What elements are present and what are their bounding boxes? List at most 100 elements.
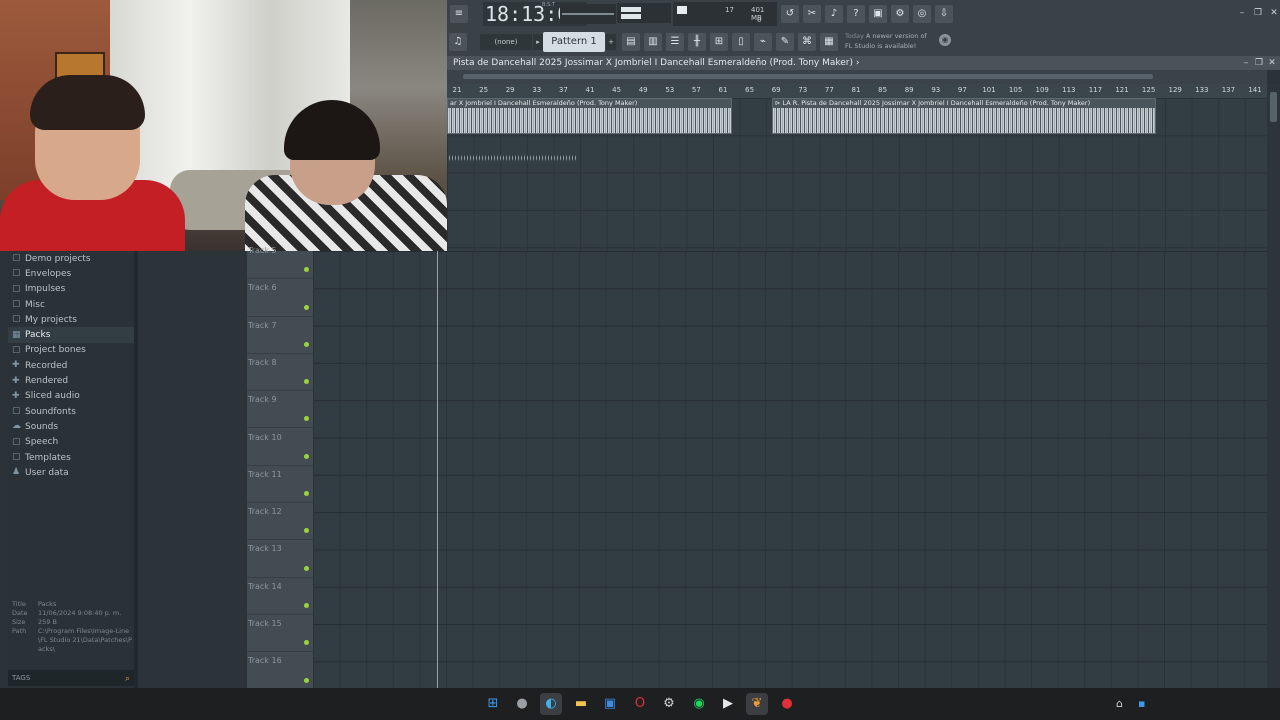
cut-icon[interactable]: ✂ xyxy=(803,5,821,23)
audio-clip[interactable]: ar X Jombriel I Dancehall Esmeraldeño (P… xyxy=(447,98,732,134)
playlist-minimize-icon[interactable]: – xyxy=(1241,58,1251,68)
browser-item[interactable]: ▢ Project bones xyxy=(8,343,134,358)
track-header[interactable]: Track 11 xyxy=(247,466,313,504)
track-enable-led[interactable] xyxy=(304,491,309,497)
browser-item[interactable]: ☁ Sounds xyxy=(8,419,134,434)
track-enable-led[interactable] xyxy=(304,304,309,310)
track-header[interactable]: Track 13 xyxy=(247,540,313,578)
audio-clip[interactable]: ⊳ LA R. Pista de Dancehall 2025 Jossimar… xyxy=(772,98,1156,134)
file-explorer-icon[interactable]: ▬ xyxy=(570,693,592,715)
track-enable-led[interactable] xyxy=(304,602,309,608)
track-enable-led[interactable] xyxy=(304,528,309,534)
help-icon[interactable]: ? xyxy=(847,5,865,23)
track-header[interactable]: Track 14 xyxy=(247,578,313,615)
track-enable-led[interactable] xyxy=(304,640,309,646)
settings-taskbar-icon[interactable]: ⚙ xyxy=(658,693,680,715)
ghost-waveform[interactable] xyxy=(449,150,577,166)
edge-icon[interactable]: ◐ xyxy=(540,693,562,715)
playhead[interactable] xyxy=(437,251,438,688)
clipboard-icon[interactable]: ▯ xyxy=(732,33,750,51)
recording-app-icon[interactable]: ● xyxy=(776,693,798,715)
browser-item[interactable]: ▢ Demo projects xyxy=(8,251,134,266)
browser-item[interactable]: ✚ Sliced audio xyxy=(8,389,134,404)
playlist-overview-strip[interactable] xyxy=(447,70,1267,84)
undo-icon[interactable]: ↺ xyxy=(781,5,799,23)
tags-bar[interactable]: TAGS ⌕ xyxy=(8,670,134,686)
browser-item[interactable]: ▢ Soundfonts xyxy=(8,404,134,419)
track-enable-led[interactable] xyxy=(304,416,309,422)
playlist-icon[interactable]: ▤ xyxy=(622,33,640,51)
chat-icon[interactable]: ◎ xyxy=(913,5,931,23)
tools-icon[interactable]: ✎ xyxy=(776,33,794,51)
media-player-icon[interactable]: ▶ xyxy=(717,693,739,715)
shop-icon[interactable]: ▦ xyxy=(820,33,838,51)
browser-item[interactable]: ✚ Recorded xyxy=(8,358,134,373)
horizontal-scroll-thumb[interactable] xyxy=(463,74,1153,79)
pattern-next-button[interactable]: + xyxy=(606,34,616,50)
track-enable-led[interactable] xyxy=(304,267,309,273)
close-icon[interactable]: ✕ xyxy=(1269,8,1279,18)
spotify-icon[interactable]: ◉ xyxy=(688,693,710,715)
track-enable-led[interactable] xyxy=(304,565,309,571)
track-label: Track 12 xyxy=(248,507,282,517)
minimize-icon[interactable]: – xyxy=(1237,8,1247,18)
vertical-scrollbar[interactable] xyxy=(1267,84,1280,688)
playlist-grid-lower[interactable] xyxy=(313,251,1267,688)
pattern-none-selector[interactable]: (none) xyxy=(480,34,532,50)
start-icon[interactable]: ⊞ xyxy=(482,693,504,715)
browser-item[interactable]: ♟ User data xyxy=(8,465,134,480)
menu-icon[interactable]: ≡ xyxy=(450,5,468,23)
piano-roll-icon[interactable]: ▥ xyxy=(644,33,662,51)
news-panel[interactable]: Today A newer version of FL Studio is av… xyxy=(845,31,935,53)
restore-icon[interactable]: ❐ xyxy=(1253,8,1263,18)
playlist-maximize-icon[interactable]: ❐ xyxy=(1254,58,1264,68)
network-icon[interactable]: ⌂ xyxy=(1116,697,1123,710)
vertical-scroll-thumb[interactable] xyxy=(1270,92,1277,122)
link-icon[interactable]: ⌘ xyxy=(798,33,816,51)
track-enable-led[interactable] xyxy=(304,677,309,683)
track-header[interactable]: Track 5 xyxy=(247,242,313,280)
track-enable-led[interactable] xyxy=(304,379,309,385)
track-header[interactable]: Track 16 xyxy=(247,652,313,690)
browser-icon[interactable]: ⊞ xyxy=(710,33,728,51)
pattern-selector[interactable]: Pattern 1 xyxy=(543,32,605,52)
track-enable-led[interactable] xyxy=(304,341,309,347)
folder-icon: ▢ xyxy=(12,253,21,264)
playlist-title-bar[interactable]: Pista de Dancehall 2025 Jossimar X Jombr… xyxy=(447,56,1280,70)
opera-icon[interactable]: O xyxy=(629,693,651,715)
track-header[interactable]: Track 8 xyxy=(247,354,313,392)
track-enable-led[interactable] xyxy=(304,453,309,459)
piano-icon[interactable]: ♫ xyxy=(449,33,467,51)
tray-icon[interactable]: ▪ xyxy=(1138,697,1145,710)
timeline-ruler[interactable]: 21 25 29 33 37 41 45 49 53 57 61 65 69 73 77 81 85 89 93 97… xyxy=(447,84,1267,98)
browser-item[interactable]: ▢ Envelopes xyxy=(8,266,134,281)
browser-item[interactable]: ✚ Rendered xyxy=(8,373,134,388)
side-panel xyxy=(138,251,248,688)
browser-item[interactable]: ▢ Misc xyxy=(8,297,134,312)
track-header[interactable]: Track 10 xyxy=(247,429,313,466)
globe-icon[interactable]: ◉ xyxy=(939,34,951,46)
plugin-icon[interactable]: ⚙ xyxy=(891,5,909,23)
search-icon[interactable]: ⌕ xyxy=(125,674,130,684)
download-icon[interactable]: ⇩ xyxy=(935,5,953,23)
browser-item[interactable]: ▢ My projects xyxy=(8,312,134,327)
track-header[interactable]: Track 15 xyxy=(247,615,313,653)
plug-icon[interactable]: ⌁ xyxy=(754,33,772,51)
browser-item[interactable]: ▢ Speech xyxy=(8,435,134,450)
playlist-close-icon[interactable]: ✕ xyxy=(1267,58,1277,68)
pattern-prev-button[interactable]: ▸ xyxy=(533,34,543,50)
track-header[interactable]: Track 9 xyxy=(247,391,313,429)
browser-item[interactable]: ▢ Templates xyxy=(8,450,134,465)
track-header[interactable]: Track 12 xyxy=(247,503,313,541)
channel-rack-icon[interactable]: ☰ xyxy=(666,33,684,51)
track-header[interactable]: Track 7 xyxy=(247,317,313,354)
store-icon[interactable]: ▣ xyxy=(599,693,621,715)
browser-item[interactable]: ▢ Impulses xyxy=(8,282,134,297)
track-header[interactable]: Track 6 xyxy=(247,279,313,317)
fl-studio-icon[interactable]: ❦ xyxy=(746,693,768,715)
mixer-icon[interactable]: ╫ xyxy=(688,33,706,51)
search-taskbar-icon[interactable]: ● xyxy=(511,693,533,715)
browser-item[interactable]: ▦ Packs xyxy=(8,327,134,343)
microphone-icon[interactable]: ♪ xyxy=(825,5,843,23)
save-icon[interactable]: ▣ xyxy=(869,5,887,23)
